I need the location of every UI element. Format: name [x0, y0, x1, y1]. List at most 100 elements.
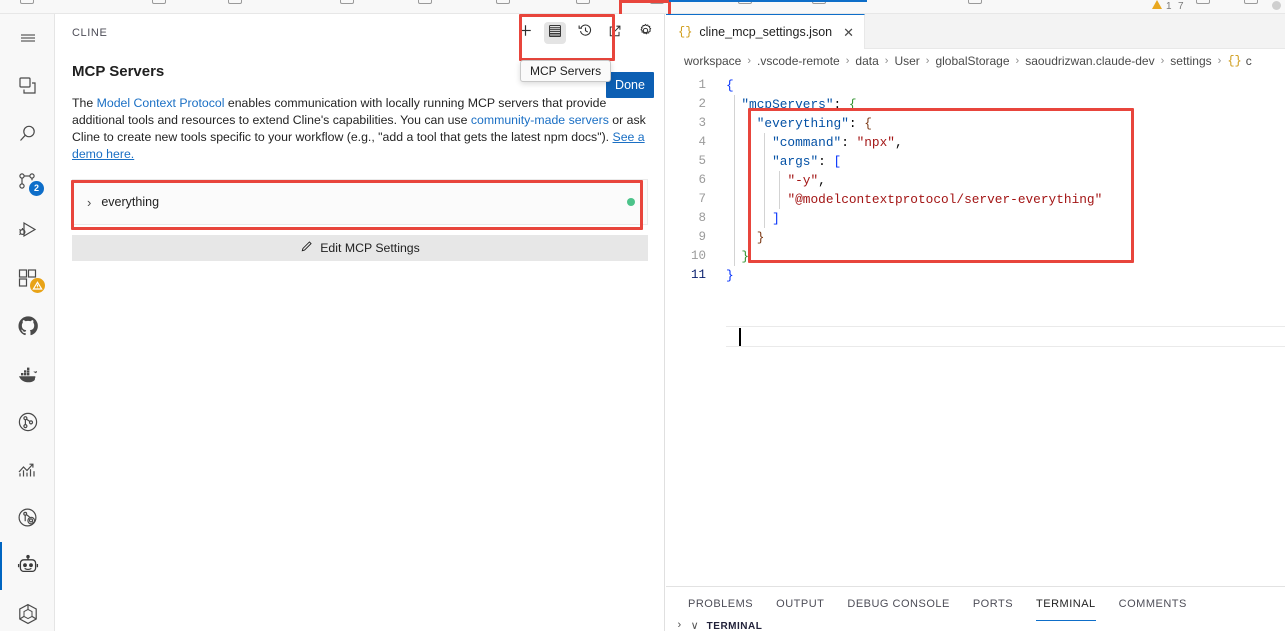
new-task-button[interactable]	[514, 22, 536, 44]
line-number: 5	[666, 152, 714, 171]
done-button[interactable]: Done	[606, 72, 654, 98]
titlebar-fragment	[496, 0, 510, 4]
line-number: 10	[666, 247, 714, 266]
git-graph-icon	[16, 410, 40, 434]
panel-tab-terminal[interactable]: TERMINAL	[1036, 587, 1096, 621]
editor-tab-cline-mcp-settings[interactable]: {} cline_mcp_settings.json ✕	[666, 14, 865, 49]
breadcrumb-item-vscode-remote[interactable]: .vscode-remote	[757, 54, 840, 68]
breadcrumb-item-data[interactable]: data	[855, 54, 878, 68]
plus-icon	[518, 23, 533, 43]
terminal-entry-label: TERMINAL	[707, 621, 763, 631]
model-context-protocol-link[interactable]: Model Context Protocol	[97, 96, 225, 110]
breadcrumb-separator: ›	[846, 55, 850, 67]
breadcrumb-item-file[interactable]: c	[1246, 54, 1252, 68]
breadcrumb-item-settings[interactable]: settings	[1170, 54, 1211, 68]
panel-tab-problems[interactable]: PROBLEMS	[688, 587, 753, 621]
code-line: {	[726, 76, 1102, 95]
titlebar-fragment	[152, 0, 166, 4]
breadcrumb-item-user[interactable]: User	[894, 54, 919, 68]
indent-guide	[734, 95, 735, 266]
hamburger-menu-icon	[18, 28, 38, 48]
bottom-panel: PROBLEMS OUTPUT DEBUG CONSOLE PORTS TERMINAL…	[666, 586, 1285, 631]
community-made-servers-link[interactable]: community-made servers	[471, 113, 609, 127]
activity-bar-item-inspector[interactable]	[0, 494, 55, 542]
files-icon	[16, 74, 40, 98]
panel-tab-ports[interactable]: PORTS	[973, 587, 1013, 621]
editor-tab-label: cline_mcp_settings.json	[699, 25, 832, 39]
indent-guide	[764, 133, 765, 228]
activity-bar-item-github[interactable]	[0, 302, 55, 350]
line-number: 11	[666, 266, 714, 285]
mcp-servers-button[interactable]	[544, 22, 566, 44]
code-line: }	[726, 247, 1102, 266]
line-number: 6	[666, 171, 714, 190]
terminal-entry-row[interactable]: › ∨ TERMINAL	[666, 621, 1285, 631]
line-number: 7	[666, 190, 714, 209]
line-number: 4	[666, 133, 714, 152]
chevron-down-icon: ∨	[691, 621, 699, 631]
titlebar-fragment	[1196, 0, 1210, 4]
pencil-icon	[300, 240, 313, 256]
edit-mcp-settings-label: Edit MCP Settings	[320, 241, 420, 255]
line-number: 1	[666, 76, 714, 95]
code-line: ]	[726, 209, 1102, 228]
mcp-server-name: everything	[101, 195, 159, 209]
panel-tab-debug-console[interactable]: DEBUG CONSOLE	[847, 587, 949, 621]
line-number: 9	[666, 228, 714, 247]
activity-bar-item-metrics[interactable]	[0, 446, 55, 494]
status-badge	[627, 198, 635, 206]
titlebar-fragment	[968, 0, 982, 4]
robot-icon	[16, 554, 40, 578]
breadcrumb-item-extension[interactable]: saoudrizwan.claude-dev	[1025, 54, 1154, 68]
inspect-circle-icon	[16, 506, 40, 530]
code-content[interactable]: { "mcpServers": { "everything": { "comma…	[726, 72, 1102, 285]
code-line: "everything": {	[726, 114, 1102, 133]
activity-bar-item-search[interactable]	[0, 110, 55, 158]
breadcrumb-separator: ›	[1161, 55, 1165, 67]
editor-tab-bar: {} cline_mcp_settings.json ✕	[666, 14, 1285, 49]
chevron-right-icon: ›	[676, 621, 683, 631]
breadcrumb-item-workspace[interactable]: workspace	[684, 54, 741, 68]
extensions-warning-badge	[30, 278, 45, 293]
activity-bar-item-source-control[interactable]: 2	[0, 158, 55, 206]
titlebar-fragment	[650, 0, 664, 4]
code-editor[interactable]: 1234567891011 { "mcpServers": { "everyth…	[666, 72, 1285, 402]
mcp-description: The Model Context Protocol enables commu…	[72, 95, 647, 163]
titlebar-fragment	[738, 0, 752, 4]
activity-bar: 2	[0, 14, 55, 631]
code-line: "command": "npx",	[726, 133, 1102, 152]
editor-group: {} cline_mcp_settings.json ✕ workspace ›…	[666, 14, 1285, 631]
breadcrumb-item-globalstorage[interactable]: globalStorage	[935, 54, 1009, 68]
popout-icon	[608, 24, 622, 43]
panel-tab-comments[interactable]: COMMENTS	[1119, 587, 1187, 621]
desc-seg-1: The	[72, 96, 97, 110]
breadcrumb: workspace › .vscode-remote › data › User…	[666, 49, 1285, 72]
line-number: 2	[666, 95, 714, 114]
search-icon	[16, 122, 40, 146]
open-in-editor-button[interactable]	[604, 22, 626, 44]
activity-bar-item-explorer[interactable]	[0, 62, 55, 110]
activity-bar-item-run-and-debug[interactable]	[0, 206, 55, 254]
activity-bar-item-extensions[interactable]	[0, 254, 55, 302]
settings-button[interactable]	[634, 22, 656, 44]
mcp-server-list: › everything	[72, 179, 648, 225]
activity-bar-item-git-graph[interactable]	[0, 398, 55, 446]
panel-tab-bar: PROBLEMS OUTPUT DEBUG CONSOLE PORTS TERMINAL…	[666, 587, 1285, 621]
activity-bar-item-docker[interactable]	[0, 350, 55, 398]
panel-tab-output[interactable]: OUTPUT	[776, 587, 824, 621]
edit-mcp-settings-button[interactable]: Edit MCP Settings	[72, 235, 648, 261]
mcp-server-row-everything[interactable]: › everything	[72, 179, 648, 225]
docker-icon	[16, 362, 40, 386]
line-number: 3	[666, 114, 714, 133]
close-icon[interactable]: ✕	[843, 26, 854, 39]
activity-bar-item-cline[interactable]	[0, 542, 55, 590]
titlebar-fragment	[812, 0, 826, 4]
active-line-highlight	[726, 326, 1285, 347]
breadcrumb-separator: ›	[1218, 55, 1222, 67]
history-button[interactable]	[574, 22, 596, 44]
source-control-badge: 2	[29, 181, 44, 196]
json-braces-icon: {}	[678, 25, 692, 39]
activity-bar-item-menu[interactable]	[0, 14, 55, 62]
breadcrumb-separator: ›	[747, 55, 751, 67]
mcp-servers-panel: MCP Servers The Model Context Protocol e…	[56, 63, 664, 261]
